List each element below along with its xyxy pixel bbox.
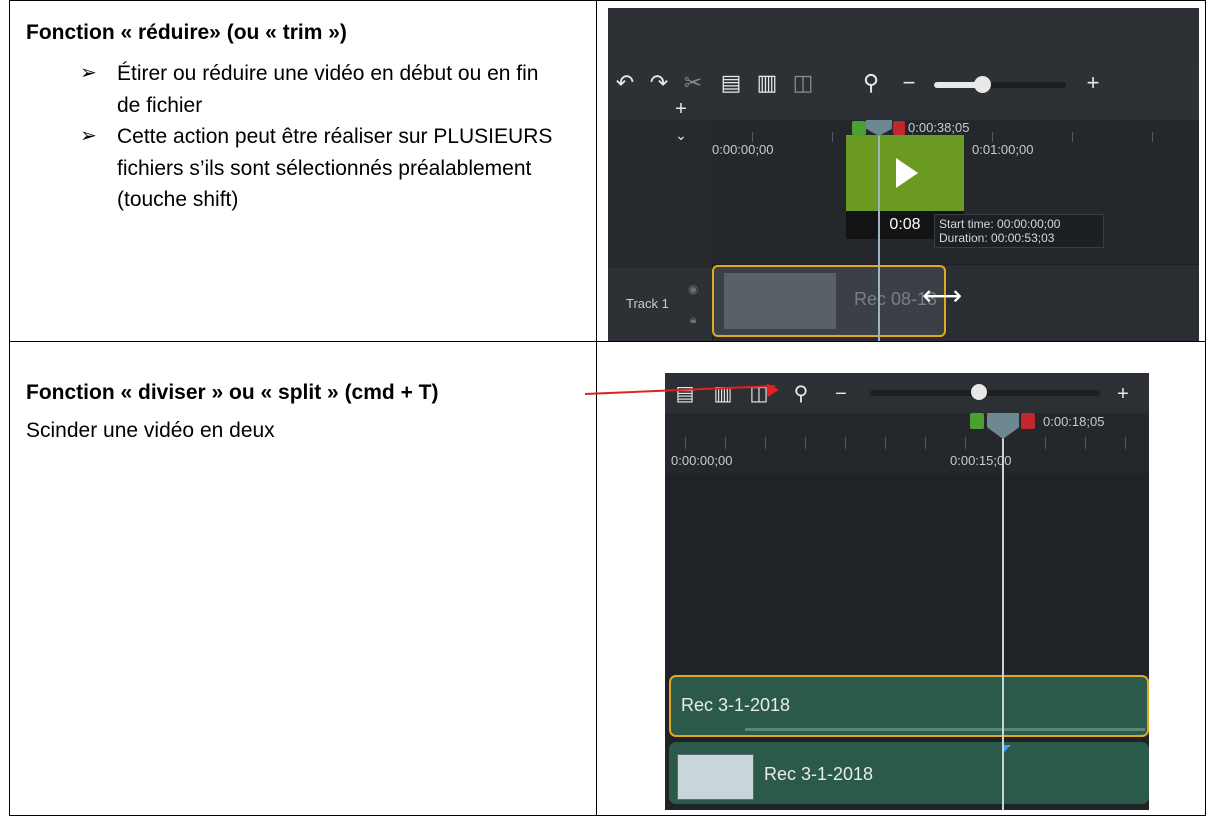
ruler-tick [965, 437, 966, 449]
table-border-middle-vertical [596, 0, 597, 816]
ruler-tick [1072, 132, 1073, 142]
selected-video-clip[interactable]: Rec 08-13 [712, 265, 946, 337]
zoom-out-minus-icon[interactable]: − [896, 72, 922, 94]
table-border-left [9, 0, 10, 816]
playhead-in-marker[interactable] [970, 413, 984, 429]
split-point-marker [1003, 745, 1011, 753]
lock-icon[interactable]: 🔒︎ [690, 312, 696, 327]
clip-thumbnail [724, 273, 836, 329]
clip-info-tooltip: Start time: 00:00:00;00 Duration: 00:00:… [934, 214, 1104, 248]
ruler-tick [752, 132, 753, 142]
playhead-out-marker[interactable] [1021, 413, 1035, 429]
track-1-header[interactable]: Track 1 ◉ 🔒︎ [608, 268, 712, 341]
ruler-tick [1085, 437, 1086, 449]
annotation-arrowhead [766, 382, 780, 398]
split-icon[interactable]: ◫ [790, 72, 816, 94]
playhead-time-label: 0:00:38;05 [908, 120, 970, 135]
bullet-item: ➢ Cette action peut être réaliser sur PL… [80, 121, 560, 216]
zoom-slider-knob[interactable] [971, 384, 987, 400]
zoom-out-minus-icon[interactable]: − [829, 383, 853, 405]
ruler-label-minute: 0:01:00;00 [972, 142, 1034, 157]
bullet-arrow-icon: ➢ [80, 125, 97, 147]
ruler-label-start: 0:00:00;00 [671, 453, 733, 468]
ruler-tick [765, 437, 766, 449]
cut-icon[interactable]: ✂ [680, 72, 706, 94]
zoom-slider-knob[interactable] [974, 76, 991, 93]
start-time-row: Start time: 00:00:00;00 [939, 217, 1099, 231]
video-clip-thumbnail [677, 754, 754, 800]
trim-bullets-list: ➢ Étirer ou réduire une vidéo en début o… [80, 58, 560, 216]
audio-waveform [745, 728, 1145, 731]
ruler-tick [1125, 437, 1126, 449]
split-screenshot: ▤ ▥ ◫ ⚲ − + 0:00:00;00 0:00:15;00 0:00:1… [665, 373, 1149, 810]
bullet-text: Cette action peut être réaliser sur PLUS… [117, 125, 553, 211]
resize-arrow-icon[interactable]: ⟷ [922, 282, 962, 310]
paste-icon[interactable]: ▥ [754, 72, 780, 94]
audio-clip-title: Rec 3-1-2018 [681, 695, 791, 715]
split-section-title: Fonction « diviser » ou « split » (cmd +… [26, 381, 439, 404]
zoom-icon[interactable]: ⚲ [789, 383, 813, 405]
table-border-top [9, 0, 1205, 1]
start-time-value: 00:00:00;00 [997, 217, 1061, 231]
ruler-tick [992, 132, 993, 142]
copy-icon[interactable]: ▤ [673, 383, 697, 405]
playhead-in-marker[interactable] [852, 121, 866, 135]
start-time-label: Start time: [939, 217, 994, 231]
ruler-tick [1045, 437, 1046, 449]
redo-icon[interactable]: ↷ [646, 72, 672, 94]
bullet-text: Étirer ou réduire une vidéo en début ou … [117, 62, 539, 117]
ruler-tick [885, 437, 886, 449]
undo-icon[interactable]: ↶ [612, 72, 638, 94]
bullet-item: ➢ Étirer ou réduire une vidéo en début o… [80, 58, 560, 121]
duration-label: Duration: [939, 231, 988, 245]
zoom-in-plus-icon[interactable]: + [1111, 383, 1135, 405]
split-section-subtitle: Scinder une vidéo en deux [26, 419, 275, 442]
ruler-tick [725, 437, 726, 449]
duration-value: 00:00:53;03 [991, 231, 1055, 245]
ruler-tick [805, 437, 806, 449]
track-1-label: Track 1 [626, 296, 669, 311]
playhead-line[interactable] [878, 120, 880, 341]
ruler-tick [685, 437, 686, 449]
ruler-tick [1152, 132, 1153, 142]
empty-track-area [665, 473, 1149, 671]
zoom-in-plus-icon[interactable]: + [1080, 72, 1106, 94]
zoom-icon[interactable]: ⚲ [858, 72, 884, 94]
add-track-plus-icon[interactable]: + [668, 98, 694, 120]
ruler-tick [832, 132, 833, 142]
copy-icon[interactable]: ▤ [718, 72, 744, 94]
editor-top-bar [608, 8, 1199, 61]
hover-time-value: 0:08 [889, 216, 921, 233]
playhead-time-label: 0:00:18;05 [1043, 414, 1105, 429]
chevron-down-icon[interactable]: ⌄ [668, 124, 694, 146]
duration-row: Duration: 00:00:53;03 [939, 231, 1099, 245]
ruler-tick [845, 437, 846, 449]
video-clip-title: Rec 3-1-2018 [764, 764, 874, 784]
ruler-tick [925, 437, 926, 449]
ruler-label-start: 0:00:00;00 [712, 142, 774, 157]
trim-screenshot: ↶ ↷ ✂ ▤ ▥ ◫ ⚲ − + + ⌄ 0:00:00;00 0:01:00… [608, 8, 1199, 341]
playhead-line[interactable] [1002, 413, 1004, 810]
table-border-row-divider [9, 341, 1205, 342]
table-border-right [1205, 0, 1206, 816]
playhead-out-marker[interactable] [893, 121, 905, 135]
trim-section-title: Fonction « réduire» (ou « trim ») [26, 21, 347, 44]
eye-icon[interactable]: ◉ [688, 282, 698, 296]
bullet-arrow-icon: ➢ [80, 62, 97, 84]
play-icon[interactable] [896, 158, 918, 188]
